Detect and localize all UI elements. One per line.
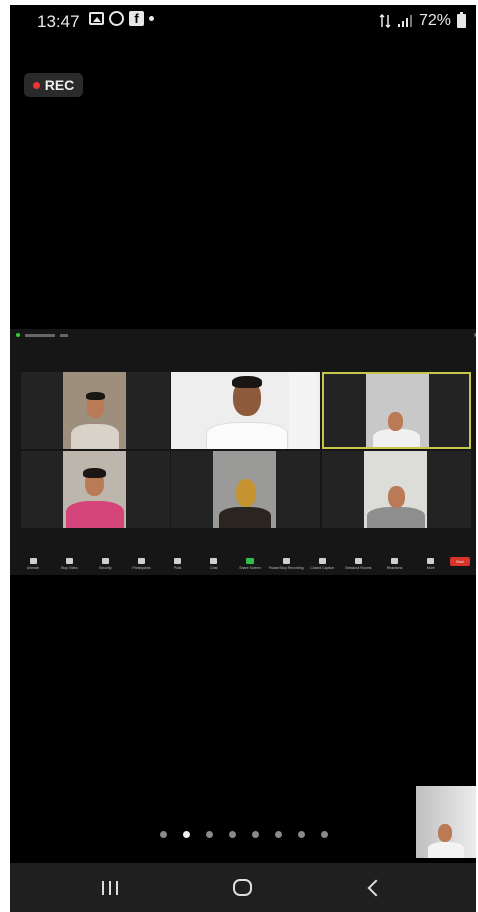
self-view-video[interactable] (416, 786, 476, 858)
toolbar-security[interactable]: Security (88, 555, 122, 570)
participant-body (71, 424, 119, 449)
home-button[interactable] (233, 879, 252, 896)
participant-head (388, 486, 405, 508)
participant-body (206, 422, 288, 449)
toolbar-share-screen[interactable]: Share Screen (233, 555, 267, 570)
reaction-icon (391, 558, 399, 564)
participant-head (388, 412, 403, 431)
facebook-icon: f (129, 11, 144, 26)
participant-hair (86, 392, 105, 400)
shield-icon (101, 558, 109, 564)
battery-percent: 72% (418, 12, 451, 29)
participant-hair (232, 376, 262, 388)
back-button[interactable] (367, 879, 385, 897)
polls-icon (174, 558, 182, 564)
share-screen-icon (245, 558, 254, 564)
cc-icon (318, 558, 326, 564)
recording-label: REC (44, 77, 75, 93)
status-time: 13:47 (37, 12, 80, 31)
page-dot[interactable] (275, 831, 282, 838)
participant-body (66, 501, 124, 528)
toolbar-chat[interactable]: Chat (197, 555, 231, 570)
video-camera-icon (65, 558, 73, 564)
whatsapp-icon (109, 11, 124, 26)
toolbar-recording[interactable]: Pause/Stop Recording (269, 555, 304, 570)
participant-tile-active[interactable] (322, 372, 471, 449)
record-dot-icon (32, 81, 40, 89)
phone-screen: 13:47 f 72% REC ▦ (10, 5, 476, 912)
status-left-icons: f (89, 11, 154, 26)
toolbar-polls[interactable]: Polls (161, 555, 195, 570)
participants-icon (137, 558, 145, 564)
toolbar-participants[interactable]: Participants (124, 555, 158, 570)
microphone-icon (29, 558, 37, 564)
data-arrows-icon (379, 14, 391, 28)
self-body (428, 842, 464, 858)
signal-icon (397, 15, 412, 27)
view-toggle-icon[interactable]: ▦ (474, 332, 476, 337)
toolbar-unmute[interactable]: Unmute (16, 555, 50, 570)
participant-body (367, 507, 425, 528)
recording-badge: REC (24, 73, 83, 97)
page-dot[interactable] (298, 831, 305, 838)
shield-icon (16, 333, 20, 337)
page-dot[interactable] (321, 831, 328, 838)
battery-icon (457, 12, 466, 28)
participant-tile[interactable] (322, 451, 471, 528)
notification-dot-icon (149, 16, 154, 21)
meeting-toolbar: Unmute Stop Video Security Participants … (10, 555, 476, 575)
more-icon (427, 558, 435, 564)
status-bar: 13:47 f 72% (10, 5, 476, 39)
recent-apps-button[interactable] (102, 881, 118, 895)
page-dot[interactable] (160, 831, 167, 838)
toolbar-breakout-rooms[interactable]: Breakout Rooms (341, 555, 375, 570)
meeting-title-bar (25, 333, 55, 337)
toolbar-stop-video[interactable]: Stop Video (52, 555, 86, 570)
gallery-icon (89, 12, 104, 25)
self-head (438, 824, 452, 842)
status-right: 72% (379, 12, 466, 30)
participant-tile[interactable] (21, 451, 170, 528)
participant-body (219, 507, 271, 528)
participant-tile[interactable] (171, 372, 320, 449)
chat-icon (210, 558, 218, 564)
breakout-icon (354, 558, 362, 564)
page-dot[interactable] (252, 831, 259, 838)
video-background (289, 372, 317, 449)
navigation-bar (10, 863, 476, 912)
page-dot[interactable] (229, 831, 236, 838)
pause-stop-icon (282, 558, 290, 564)
meeting-share[interactable]: ▦ (10, 329, 476, 575)
toolbar-more[interactable]: More (414, 555, 448, 570)
meeting-topbar: ▦ (10, 329, 476, 341)
toolbar-closed-caption[interactable]: Closed Caption (305, 555, 339, 570)
video-grid (21, 372, 473, 528)
meeting-topbar-control (60, 333, 68, 337)
participant-hair (83, 468, 106, 478)
participant-body (373, 429, 420, 447)
end-meeting-button[interactable]: End (449, 557, 470, 566)
participant-tile[interactable] (21, 372, 170, 449)
page-dot-active[interactable] (183, 831, 190, 838)
participant-head (236, 479, 256, 507)
toolbar-reactions[interactable]: Reactions (378, 555, 412, 570)
page-dot[interactable] (206, 831, 213, 838)
page-indicator (160, 831, 328, 838)
participant-tile[interactable] (171, 451, 320, 528)
